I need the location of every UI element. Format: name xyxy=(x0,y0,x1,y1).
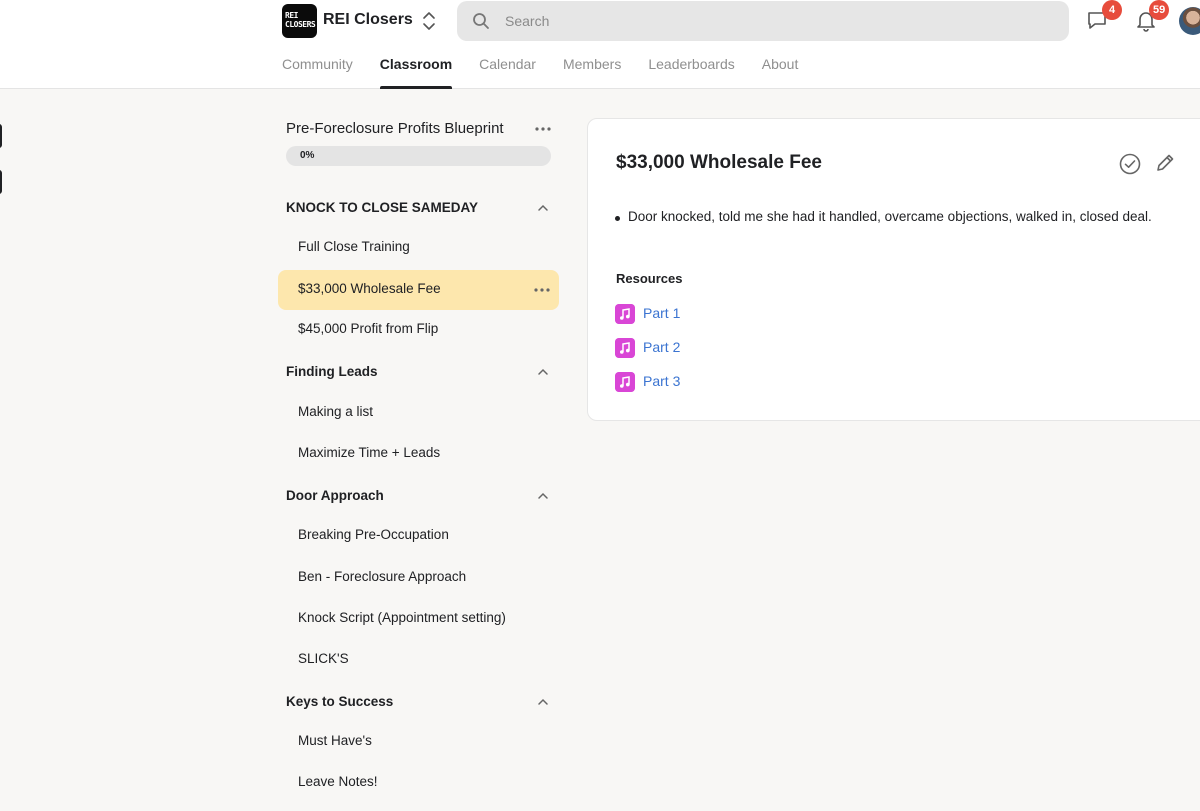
lesson-label: SLICK'S xyxy=(298,651,349,666)
section-header-knock-to-close[interactable]: KNOCK TO CLOSE SAMEDAY xyxy=(286,196,551,220)
lesson-label: Maximize Time + Leads xyxy=(298,445,441,460)
music-note-icon xyxy=(615,372,635,392)
section-header-door-approach[interactable]: Door Approach xyxy=(286,484,551,508)
more-horizontal-icon[interactable] xyxy=(533,282,551,298)
lesson-item[interactable]: $45,000 Profit from Flip xyxy=(278,310,559,350)
lesson-label: Making a list xyxy=(298,404,374,419)
lesson-item[interactable]: Ben - Foreclosure Approach xyxy=(278,558,559,598)
lesson-label: Breaking Pre-Occupation xyxy=(298,527,449,542)
lesson-title: $33,000 Wholesale Fee xyxy=(616,152,822,173)
lesson-item-active[interactable]: $33,000 Wholesale Fee xyxy=(278,270,559,310)
lesson-item[interactable]: Must Have's xyxy=(278,722,559,762)
course-title: Pre-Foreclosure Profits Blueprint xyxy=(286,120,504,137)
tab-members[interactable]: Members xyxy=(563,56,621,89)
lesson-label: Must Have's xyxy=(298,733,372,748)
community-name[interactable]: REI Closers xyxy=(323,11,413,29)
user-avatar[interactable] xyxy=(1179,7,1200,35)
section-title: Finding Leads xyxy=(286,364,378,379)
edge-handle[interactable] xyxy=(0,170,2,194)
top-header: REI CLOSERS REI Closers 4 59 Community C… xyxy=(0,0,1200,89)
search-bar[interactable] xyxy=(457,1,1069,41)
lesson-content-card: $33,000 Wholesale Fee Door knocked, told… xyxy=(587,118,1200,421)
resource-label: Part 1 xyxy=(643,305,681,321)
lesson-label: Leave Notes! xyxy=(298,774,378,789)
music-note-icon xyxy=(615,304,635,324)
chevron-up-down-icon[interactable] xyxy=(421,10,437,32)
lesson-label: Knock Script (Appointment setting) xyxy=(298,610,506,625)
lesson-item[interactable]: Breaking Pre-Occupation xyxy=(278,516,559,556)
lesson-item[interactable]: Knock Script (Appointment setting) xyxy=(278,599,559,639)
nav-tabs: Community Classroom Calendar Members Lea… xyxy=(282,56,798,89)
tab-leaderboards[interactable]: Leaderboards xyxy=(648,56,734,89)
lesson-label: $33,000 Wholesale Fee xyxy=(298,281,441,296)
lesson-item[interactable]: Maximize Time + Leads xyxy=(278,434,559,474)
lesson-item[interactable]: SLICK'S xyxy=(278,640,559,680)
lesson-item[interactable]: Full Close Training xyxy=(278,228,559,268)
chevron-up-icon xyxy=(538,492,548,499)
music-note-icon xyxy=(615,338,635,358)
more-horizontal-icon[interactable] xyxy=(534,121,552,137)
notifications-badge: 59 xyxy=(1149,0,1170,20)
chat-badge: 4 xyxy=(1102,0,1122,20)
section-title: Door Approach xyxy=(286,488,384,503)
resource-label: Part 2 xyxy=(643,339,681,355)
tab-community[interactable]: Community xyxy=(282,56,353,89)
resources-heading: Resources xyxy=(616,271,683,286)
tab-calendar[interactable]: Calendar xyxy=(479,56,536,89)
edge-handle[interactable] xyxy=(0,124,2,148)
check-circle-icon[interactable] xyxy=(1118,152,1142,176)
lesson-bullet: Door knocked, told me she had it handled… xyxy=(615,209,1152,224)
chevron-up-icon xyxy=(538,368,548,375)
progress-label: 0% xyxy=(300,150,315,161)
tab-about[interactable]: About xyxy=(762,56,799,89)
section-header-keys-to-success[interactable]: Keys to Success xyxy=(286,690,551,714)
lesson-label: Full Close Training xyxy=(298,239,410,254)
logo-text: REI CLOSERS xyxy=(285,11,316,29)
section-header-finding-leads[interactable]: Finding Leads xyxy=(286,360,551,384)
section-title: Keys to Success xyxy=(286,694,394,709)
lesson-label: Ben - Foreclosure Approach xyxy=(298,569,467,584)
community-logo[interactable]: REI CLOSERS xyxy=(282,4,317,38)
resource-label: Part 3 xyxy=(643,373,681,389)
search-icon xyxy=(473,13,489,29)
course-progress-bar: 0% xyxy=(286,146,551,166)
search-input[interactable] xyxy=(505,1,1045,41)
lesson-item[interactable]: Leave Notes! xyxy=(278,763,559,803)
pencil-icon[interactable] xyxy=(1154,152,1176,174)
chevron-up-icon xyxy=(538,204,548,211)
lesson-item[interactable]: Making a list xyxy=(278,393,559,433)
chevron-up-icon xyxy=(538,698,548,705)
section-title: KNOCK TO CLOSE SAMEDAY xyxy=(286,200,479,215)
lesson-label: $45,000 Profit from Flip xyxy=(298,321,439,336)
tab-classroom[interactable]: Classroom xyxy=(379,56,453,89)
